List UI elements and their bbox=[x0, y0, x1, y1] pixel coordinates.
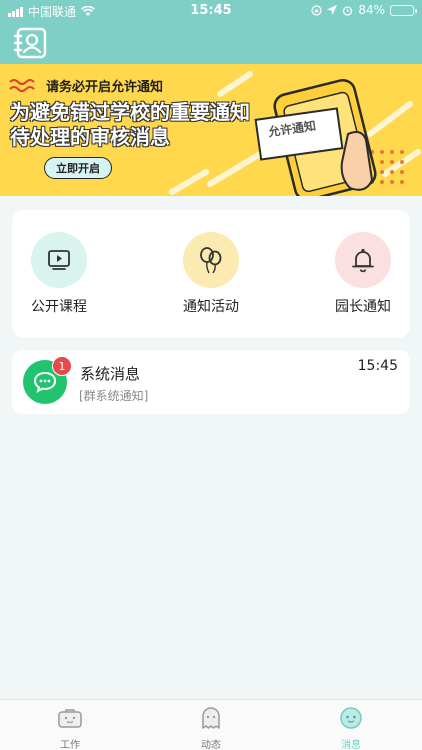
banner-headline: 为避免错过学校的重要通知 待处理的审核消息 bbox=[10, 100, 250, 150]
status-bar: 中国联通 15:45 84% bbox=[0, 0, 422, 22]
location-icon bbox=[327, 5, 338, 15]
message-face-icon bbox=[340, 707, 362, 729]
tab-moments[interactable]: 动态 bbox=[181, 706, 241, 750]
features-card: 公开课程 通知活动 园长通知 bbox=[12, 210, 410, 338]
alarm-icon bbox=[343, 5, 353, 16]
battery-percent: 84% bbox=[358, 3, 385, 17]
banner-headline-line2: 待处理的审核消息 bbox=[10, 125, 170, 149]
feature-icon-circle bbox=[183, 232, 239, 288]
feature-notice-activities[interactable]: 通知活动 bbox=[166, 232, 256, 316]
header-bar: 中国联通 15:45 84% bbox=[0, 0, 422, 64]
message-subtitle: [群系统通知] bbox=[79, 389, 149, 403]
balloons-icon bbox=[200, 247, 222, 274]
video-play-icon bbox=[48, 250, 70, 270]
feature-public-courses[interactable]: 公开课程 bbox=[14, 232, 104, 316]
orientation-lock-icon bbox=[311, 4, 322, 16]
chat-bubble-icon bbox=[33, 371, 57, 393]
list-item[interactable]: 1 系统消息 [群系统通知] 15:45 bbox=[12, 350, 410, 414]
bell-icon bbox=[352, 248, 374, 273]
tab-label: 工作 bbox=[60, 740, 80, 750]
tab-work[interactable]: 工作 bbox=[40, 706, 100, 750]
feature-icon-circle bbox=[31, 232, 87, 288]
message-title: 系统消息 bbox=[80, 365, 141, 383]
banner-notice-text: 请务必开启允许通知 bbox=[46, 80, 164, 95]
feature-icon-circle bbox=[335, 232, 391, 288]
tab-messages[interactable]: 消息 bbox=[321, 706, 381, 750]
unread-badge: 1 bbox=[52, 356, 72, 376]
tab-bar: 工作 动态 消息 bbox=[0, 699, 422, 750]
banner-headline-line1: 为避免错过学校的重要通知 bbox=[10, 100, 250, 124]
notification-banner[interactable]: 请务必开启允许通知 为避免错过学校的重要通知 待处理的审核消息 允许通知 立即开… bbox=[0, 64, 422, 196]
tab-label: 动态 bbox=[201, 740, 221, 750]
contact-book-icon bbox=[13, 27, 47, 59]
briefcase-icon bbox=[58, 709, 82, 728]
feature-label: 公开课程 bbox=[31, 299, 87, 315]
feature-principal-notices[interactable]: 园长通知 bbox=[318, 232, 408, 316]
ghost-icon bbox=[202, 707, 220, 729]
message-time: 15:45 bbox=[357, 358, 398, 374]
feature-label: 园长通知 bbox=[335, 299, 391, 315]
contacts-button[interactable] bbox=[13, 27, 48, 59]
battery-icon bbox=[390, 4, 417, 16]
enable-notifications-button[interactable]: 立即开启 bbox=[44, 157, 112, 179]
tab-label: 消息 bbox=[341, 740, 361, 750]
feature-label: 通知活动 bbox=[183, 299, 239, 315]
